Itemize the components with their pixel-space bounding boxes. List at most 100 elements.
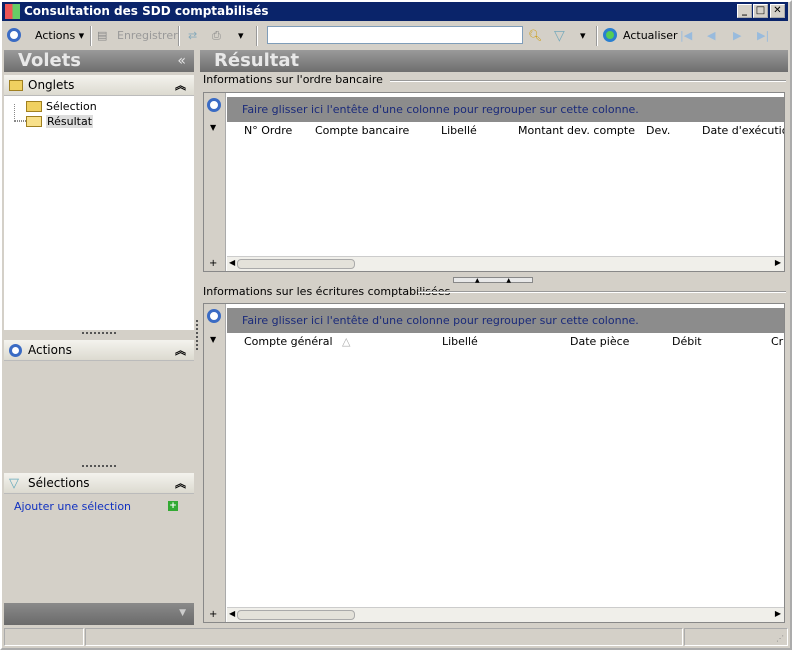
status-panel [85,628,683,646]
toolbar: Actions ▾ ▤ Enregistrer ⇄ ⎙ ▾ 🔍︎ ▽ ▾ Act… [2,23,788,48]
group-label-entries: Informations sur les écritures comptabil… [203,285,451,298]
resize-grip[interactable]: ⋰ [776,634,784,643]
scroll-left-icon[interactable]: ◀ [229,609,235,618]
collapse-panes-icon[interactable]: « [177,50,186,72]
grid-row-selector: ▼ [204,304,226,622]
group-by-band[interactable]: Faire glisser ici l'entête d'une colonne… [227,308,784,333]
column-header[interactable]: Montant dev. compte [518,122,635,139]
scroll-right-icon[interactable]: ▶ [775,258,781,267]
divider [390,80,786,82]
column-header[interactable]: Compte bancaire [315,122,409,139]
search-icon[interactable]: 🔍︎ [528,27,542,45]
grid-options-icon[interactable] [207,309,221,323]
actions-label: Actions [35,29,76,42]
close-button[interactable]: ✕ [770,4,785,18]
column-headers: Compte général △ Libellé Date pièce Débi… [227,333,784,350]
column-header[interactable]: Libellé [441,122,477,139]
column-header[interactable]: Date pièce [570,333,629,350]
column-header[interactable]: Libellé [442,333,478,350]
result-title: Résultat [214,50,300,71]
next-record-icon[interactable]: ▶ [733,27,741,45]
maximize-button[interactable]: □ [753,4,768,18]
minimize-button[interactable]: _ [737,4,752,18]
panes-footer: ▼ [4,603,194,625]
tree-item-resultat[interactable]: Résultat [26,114,94,129]
refresh-icon[interactable] [603,28,617,42]
filter-icon[interactable]: ▽ [554,27,565,45]
group-label-bank-order: Informations sur l'ordre bancaire [203,73,383,86]
splitter-grip[interactable] [82,332,116,335]
separator [596,26,598,46]
horizontal-scrollbar[interactable]: + ◀ ▶ [209,256,784,271]
chevron-up-icon[interactable]: ︽ [175,75,186,96]
actions-icon [9,344,22,357]
column-header[interactable]: N° Ordre [244,122,292,139]
save-icon: ▤ [97,29,108,42]
grid-splitter[interactable]: ▲ ▲ [453,277,533,284]
filter-dropdown-icon[interactable]: ▾ [580,27,586,45]
selections-section-header[interactable]: ▽ Sélections ︽ [4,473,194,494]
first-record-icon[interactable]: |◀ [680,27,692,45]
divider [418,291,786,293]
chevron-up-icon[interactable]: ︽ [175,473,186,494]
column-header[interactable]: Date d'exécution [702,122,784,139]
grid-menu-icon[interactable]: ▼ [210,335,216,344]
column-header[interactable]: Compte général [244,333,333,350]
chevron-down-icon[interactable]: ▼ [179,608,186,618]
folder-icon [26,101,42,112]
expand-icon[interactable]: + [209,609,217,620]
column-header[interactable]: Débit [672,333,702,350]
folder-icon [9,80,23,91]
actions-menu[interactable]: Actions ▾ [35,27,84,45]
title-bar: Consultation des SDD comptabilisés [2,2,788,21]
sync-icon[interactable]: ⇄ [188,27,197,45]
open-folder-icon [26,116,42,127]
panes-header: Volets « [4,50,194,72]
options-icon[interactable] [7,28,21,42]
selections-header-label: Sélections [28,476,90,490]
column-header[interactable]: Cr [771,333,783,350]
tabs-section-header[interactable]: Onglets ︽ [4,75,194,96]
actions-header-label: Actions [28,343,72,357]
filter-icon: ▽ [9,476,19,491]
group-by-band[interactable]: Faire glisser ici l'entête d'une colonne… [227,97,784,122]
tree-item-selection[interactable]: Sélection [26,99,97,114]
last-record-icon[interactable]: ▶| [757,27,769,45]
save-button[interactable]: Enregistrer [117,27,178,45]
grid-row-selector: ▼ [204,93,226,271]
add-selection-link[interactable]: Ajouter une sélection [14,500,131,513]
expand-icon[interactable]: + [209,258,217,269]
separator [256,26,258,46]
tabs-header-label: Onglets [28,78,75,92]
add-icon[interactable]: + [168,501,178,511]
tree-item-label: Résultat [46,115,94,128]
grid-menu-icon[interactable]: ▼ [210,123,216,132]
status-panel [4,628,84,646]
column-headers: N° Ordre Compte bancaire Libellé Montant… [227,122,784,139]
panes-title: Volets [18,50,82,71]
chevron-up-icon[interactable]: ︽ [175,340,186,361]
splitter-grip[interactable] [82,465,116,468]
horizontal-scrollbar[interactable]: + ◀ ▶ [209,607,784,622]
previous-record-icon[interactable]: ◀ [707,27,715,45]
search-input[interactable] [267,26,523,44]
tabs-tree: Sélection Résultat [4,96,194,330]
scroll-right-icon[interactable]: ▶ [775,609,781,618]
print-icon[interactable]: ⎙ [212,27,221,45]
scroll-thumb[interactable] [237,259,355,269]
print-dropdown-icon[interactable]: ▾ [238,27,244,45]
scroll-left-icon[interactable]: ◀ [229,258,235,267]
window-title: Consultation des SDD comptabilisés [24,4,269,18]
actions-section-header[interactable]: Actions ︽ [4,340,194,361]
vertical-splitter[interactable] [196,320,198,350]
entries-grid: ▼ Faire glisser ici l'entête d'une colon… [203,303,785,623]
status-panel [684,628,788,646]
separator [178,26,180,46]
refresh-button[interactable]: Actualiser [623,27,678,45]
app-icon [5,4,20,19]
tree-item-label: Sélection [46,100,97,113]
column-header[interactable]: Dev. [646,122,670,139]
scroll-thumb[interactable] [237,610,355,620]
grid-options-icon[interactable] [207,98,221,112]
bank-order-grid: ▼ Faire glisser ici l'entête d'une colon… [203,92,785,272]
